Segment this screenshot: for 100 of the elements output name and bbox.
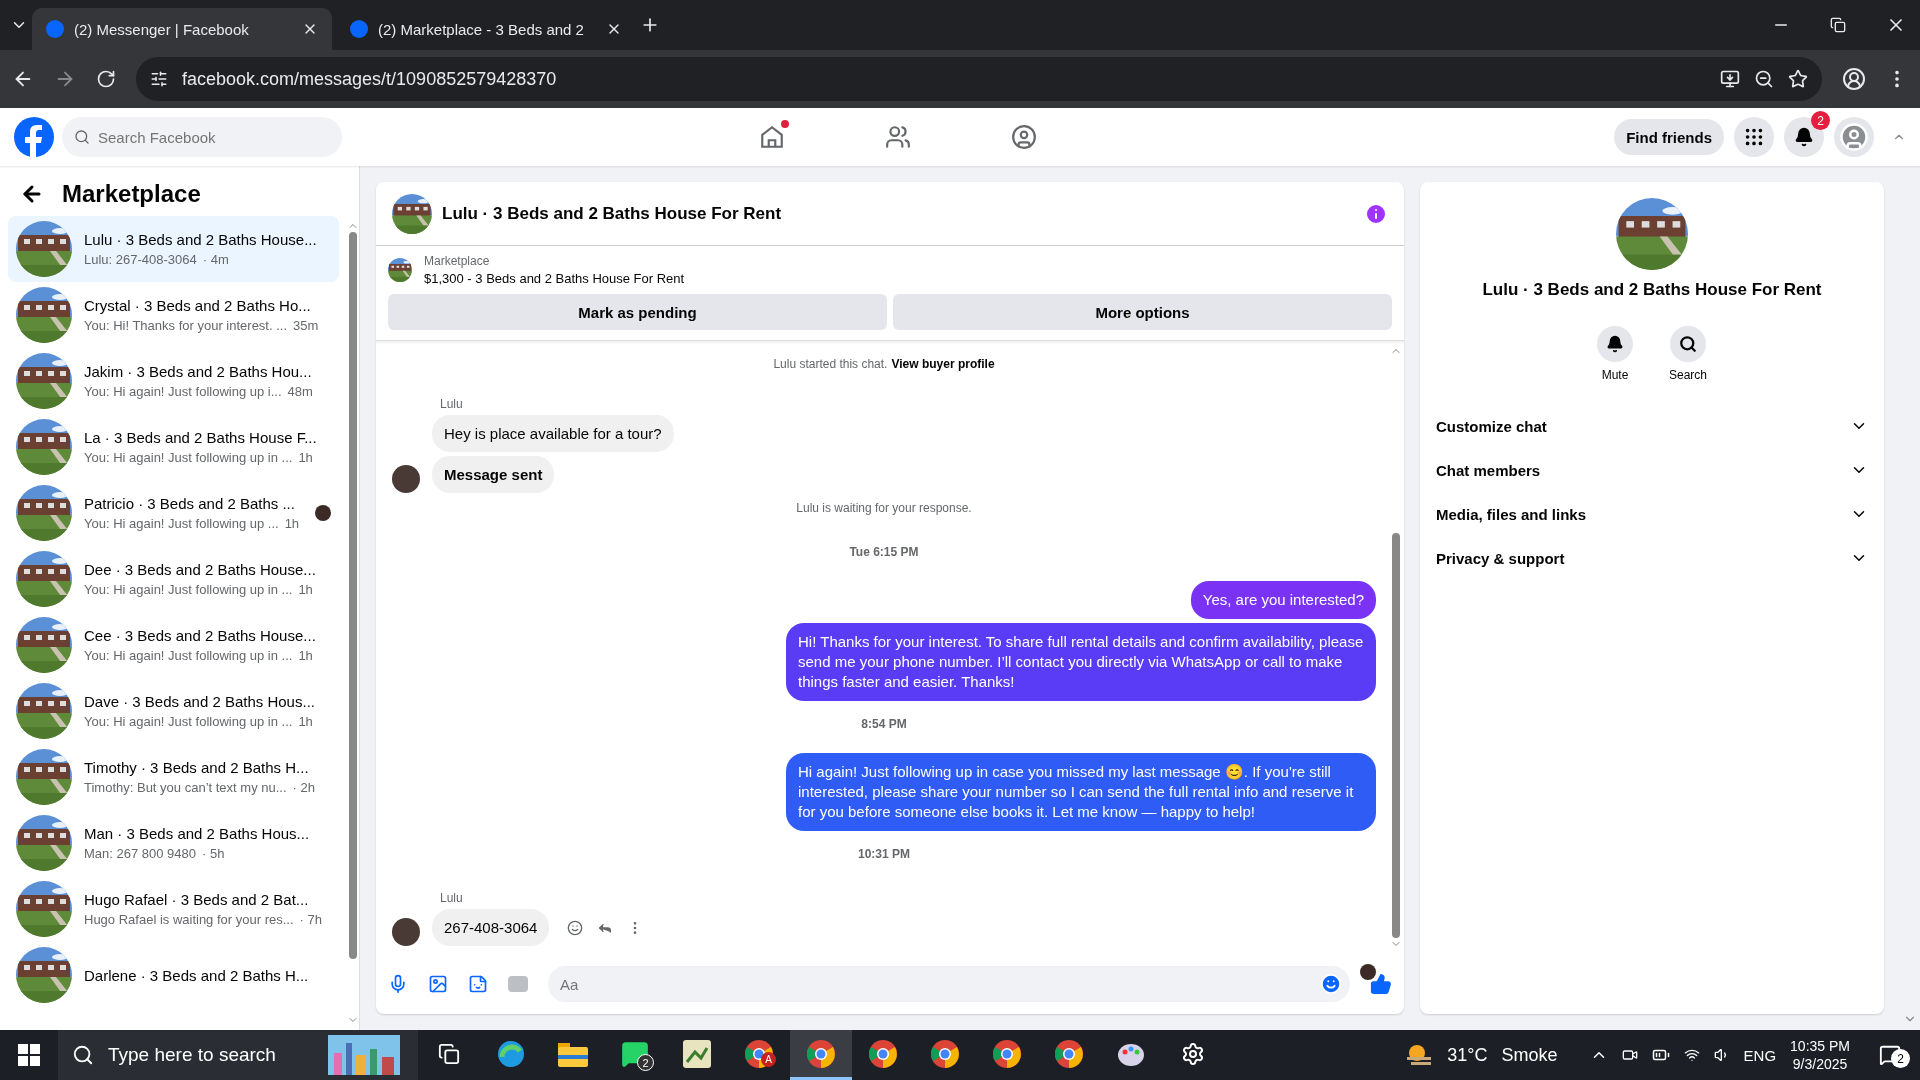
notification-badge: 2 [1891, 1049, 1910, 1068]
account-button[interactable] [1834, 117, 1874, 157]
details-section[interactable]: Customize chat [1436, 404, 1868, 448]
home-icon [759, 124, 786, 150]
conversation-item[interactable]: Hugo Rafael · 3 Beds and 2 Bat... Hugo Rafael is waiting for your res... · 7h [8, 876, 339, 942]
chrome-icon [930, 1038, 960, 1069]
bell-icon [1794, 127, 1814, 147]
chrome-icon [1054, 1038, 1084, 1069]
scrollbar-thumb[interactable] [1392, 532, 1400, 938]
facebook-logo[interactable] [14, 117, 54, 157]
buyer-profile-link[interactable]: View buyer profile [891, 357, 995, 371]
react-icon[interactable] [567, 919, 584, 936]
message-preview: You: Hi again! Just following up in ... [84, 582, 293, 597]
conversation-title: Jakim · 3 Beds and 2 Baths Hou... [84, 363, 313, 380]
conversation-item[interactable]: Darlene · 3 Beds and 2 Baths H... [8, 942, 339, 1008]
camera-icon[interactable] [1621, 1047, 1638, 1063]
conversation-item[interactable]: Patricio · 3 Beds and 2 Baths ... You: Hi again! Just following up ... 1h [8, 480, 339, 546]
message-preview: You: Hi again! Just following up ... [84, 516, 279, 531]
message-preview: Lulu: 267-408-3064 [84, 252, 197, 267]
taskbar-app[interactable]: A [728, 1030, 790, 1080]
conversation-title: Patricio · 3 Beds and 2 Baths ... [84, 495, 296, 512]
details-section[interactable]: Media, files and links [1436, 492, 1868, 536]
search-icon [74, 129, 90, 145]
temperature: 31°C [1447, 1044, 1488, 1066]
conversation-item[interactable]: La · 3 Beds and 2 Baths House F... You: Hi again! Just following up in ... 1h [8, 414, 339, 480]
bookmark-icon[interactable] [1788, 69, 1808, 89]
conversation-title: Man · 3 Beds and 2 Baths Hous... [84, 825, 311, 842]
taskbar-app[interactable] [790, 1030, 852, 1080]
bell-icon [1606, 335, 1624, 353]
wifi-icon[interactable] [1683, 1047, 1700, 1063]
search-icon [1679, 335, 1697, 353]
browser-tab[interactable]: (2) Messenger | Facebook [32, 8, 332, 50]
folder-icon [558, 1040, 588, 1067]
conversation-item[interactable]: Timothy · 3 Beds and 2 Baths H... Timothy: But you can’t text my nu... · 2h [8, 744, 339, 810]
emoji-icon[interactable] [1320, 973, 1342, 995]
menu-button[interactable] [1734, 117, 1774, 157]
conversation-item[interactable]: Dee · 3 Beds and 2 Baths House... You: Hi again! Just following up in ... 1h [8, 546, 339, 612]
nav-tab[interactable] [1011, 124, 1038, 150]
clock-date: 9/3/2025 [1792, 1056, 1848, 1072]
message-time: · 7h [299, 912, 322, 927]
incoming-message: Message sent [432, 456, 555, 493]
timestamp: 8:54 PM [861, 717, 907, 731]
sender-name: Lulu [440, 891, 464, 905]
message-preview: Man: 267 800 9480 [84, 846, 197, 861]
search-icon [72, 1044, 94, 1066]
details-section[interactable]: Privacy & support [1436, 536, 1868, 580]
windows-start-icon[interactable] [18, 1044, 40, 1066]
conversation-item[interactable]: Crystal · 3 Beds and 2 Baths Ho... You: Hi! Thanks for your interest. ... 35m [8, 282, 339, 348]
conversation-item[interactable]: Jakim · 3 Beds and 2 Baths Hou... You: Hi again! Just following up i... 48m [8, 348, 339, 414]
microphone-icon[interactable] [388, 974, 408, 994]
conversation-title: Dave · 3 Beds and 2 Baths Hous... [84, 693, 316, 710]
find-friends-button[interactable]: Find friends [1614, 119, 1724, 155]
seen-avatar [1360, 964, 1376, 980]
chrome-icon [806, 1038, 836, 1069]
search-field[interactable]: Search Facebook [62, 117, 342, 157]
language-indicator[interactable]: ENG [1743, 1046, 1777, 1064]
browser-icon [496, 1038, 526, 1069]
action-label: Mute [1601, 368, 1629, 382]
friends-icon [885, 124, 912, 150]
chrome-icon [992, 1038, 1022, 1069]
conversation-title: La · 3 Beds and 2 Baths House F... [84, 429, 318, 446]
zoom-icon[interactable] [1754, 69, 1774, 89]
message-time: · 4m [202, 252, 229, 267]
conversation-item[interactable]: Man · 3 Beds and 2 Baths Hous... Man: 267 800 9480 · 5h [8, 810, 339, 876]
outgoing-message: Yes, are you interested? [1190, 581, 1376, 619]
site-info-icon[interactable] [150, 70, 168, 88]
message-time: 1h [298, 648, 313, 663]
reload-icon[interactable] [96, 69, 116, 89]
conversation-title: Hugo Rafael · 3 Beds and 2 Bat... [84, 891, 310, 908]
notifications-button[interactable] [1784, 117, 1824, 157]
avatar-icon [1839, 122, 1869, 152]
details-section[interactable]: Chat members [1436, 448, 1868, 492]
install-app-icon[interactable] [1720, 69, 1740, 89]
taskbar-app[interactable]: 2 [604, 1030, 666, 1080]
search-input[interactable]: Search Facebook [98, 122, 330, 152]
browser-tab[interactable]: (2) Marketplace - 3 Beds and 2 [336, 8, 636, 50]
listing-action-button[interactable]: More options [893, 294, 1392, 330]
listing-action-button[interactable]: Mark as pending [388, 294, 887, 330]
message-time: 35m [293, 318, 319, 333]
conversation-item[interactable]: Dave · 3 Beds and 2 Baths Hous... You: Hi again! Just following up in ... 1h [8, 678, 339, 744]
mute-button[interactable] [1597, 326, 1633, 362]
message-time: 1h [298, 582, 313, 597]
app-badge: 2 [637, 1054, 654, 1071]
nav-tab[interactable] [885, 124, 912, 150]
scrollbar-thumb[interactable] [349, 232, 357, 960]
profile-icon[interactable] [1842, 67, 1866, 91]
search-button[interactable] [1670, 326, 1706, 362]
conversation-item[interactable]: Cee · 3 Beds and 2 Baths House... You: Hi again! Just following up in ... 1h [8, 612, 339, 678]
address-bar[interactable]: facebook.com/messages/t/1090852579428370 [182, 68, 557, 90]
notification-center-button[interactable]: 2 [1870, 1035, 1910, 1075]
city-skyline-icon [328, 1035, 400, 1075]
message-time: · 5h [202, 846, 225, 861]
message-preview: You: Hi! Thanks for your interest. ... [84, 318, 288, 333]
restore-icon[interactable] [1830, 17, 1846, 33]
chrome-icon [868, 1038, 898, 1069]
like-icon[interactable] [1370, 973, 1392, 995]
conversation-item[interactable]: Lulu · 3 Beds and 2 Baths House... Lulu: 267-408-3064 · 4m [8, 216, 339, 282]
message-preview: Timothy: But you can’t text my nu... [84, 780, 287, 795]
sticker-icon[interactable] [468, 974, 488, 994]
photo-icon[interactable] [428, 974, 448, 994]
